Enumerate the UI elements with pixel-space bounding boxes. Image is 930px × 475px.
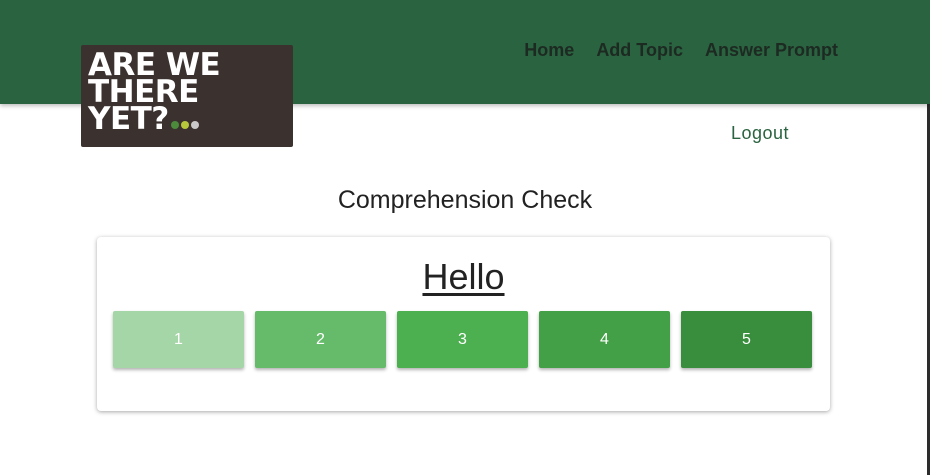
page: ARE WE THERE YET? Home Add Topic Answer … [0, 0, 930, 475]
rating-button-4[interactable]: 4 [539, 311, 670, 368]
prompt-card: Hello 1 2 3 4 5 [97, 237, 830, 411]
nav-home-link[interactable]: Home [524, 40, 574, 61]
logo-dot-1 [170, 121, 179, 129]
main-nav: Home Add Topic Answer Prompt [524, 40, 838, 61]
logo-line-3-text: YET? [88, 101, 169, 137]
logo-line-3: YET? [88, 104, 293, 135]
page-title: Comprehension Check [337, 186, 593, 214]
nav-answer-prompt-link[interactable]: Answer Prompt [705, 40, 838, 61]
logout-link[interactable]: Logout [731, 123, 789, 144]
rating-button-2[interactable]: 2 [255, 311, 386, 368]
rating-buttons: 1 2 3 4 5 [113, 311, 812, 368]
logo-dots [170, 106, 201, 133]
rating-button-5[interactable]: 5 [681, 311, 812, 368]
logo-dot-3 [190, 121, 199, 129]
nav-add-topic-link[interactable]: Add Topic [596, 40, 683, 61]
prompt-text: Hello [422, 256, 505, 297]
app-logo[interactable]: ARE WE THERE YET? [81, 45, 293, 147]
rating-button-1[interactable]: 1 [113, 311, 244, 368]
logo-dot-2 [180, 121, 189, 129]
rating-button-3[interactable]: 3 [397, 311, 528, 368]
